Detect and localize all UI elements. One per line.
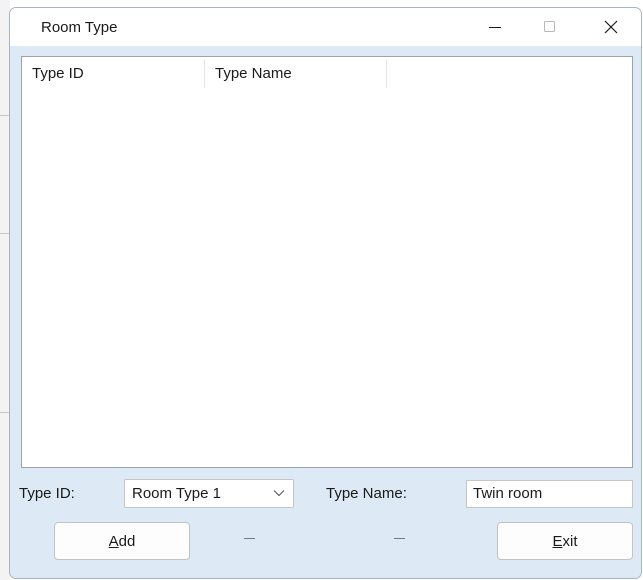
close-icon	[604, 20, 618, 34]
exit-button[interactable]: Exit	[497, 522, 633, 560]
chevron-down-icon	[273, 490, 285, 497]
exit-button-label: Exit	[552, 532, 578, 550]
maximize-icon	[544, 21, 555, 32]
room-type-window: Room Type Type ID Type Name Type ID: Roo…	[9, 7, 642, 579]
minimize-button[interactable]	[472, 8, 518, 46]
column-header-type-id[interactable]: Type ID	[22, 57, 204, 91]
type-id-label: Type ID:	[19, 485, 75, 502]
minimize-icon	[489, 27, 501, 28]
add-button[interactable]: Add	[54, 522, 190, 560]
add-button-label: Add	[108, 532, 136, 550]
hidden-control-dash	[394, 538, 405, 539]
title-bar[interactable]: Room Type	[10, 8, 641, 46]
hidden-control-dash	[244, 538, 255, 539]
maximize-button[interactable]	[527, 8, 573, 46]
column-header-type-name[interactable]: Type Name	[205, 57, 386, 91]
room-type-list[interactable]: Type ID Type Name	[21, 56, 633, 468]
column-separator[interactable]	[386, 60, 387, 88]
window-title: Room Type	[41, 19, 118, 36]
type-name-value: Twin room	[473, 485, 543, 502]
type-name-label: Type Name:	[326, 485, 407, 502]
type-name-field[interactable]: Twin room	[466, 480, 633, 508]
type-id-selected-value: Room Type 1	[132, 485, 221, 502]
type-id-combobox[interactable]: Room Type 1	[124, 479, 294, 508]
close-button[interactable]	[588, 8, 634, 46]
